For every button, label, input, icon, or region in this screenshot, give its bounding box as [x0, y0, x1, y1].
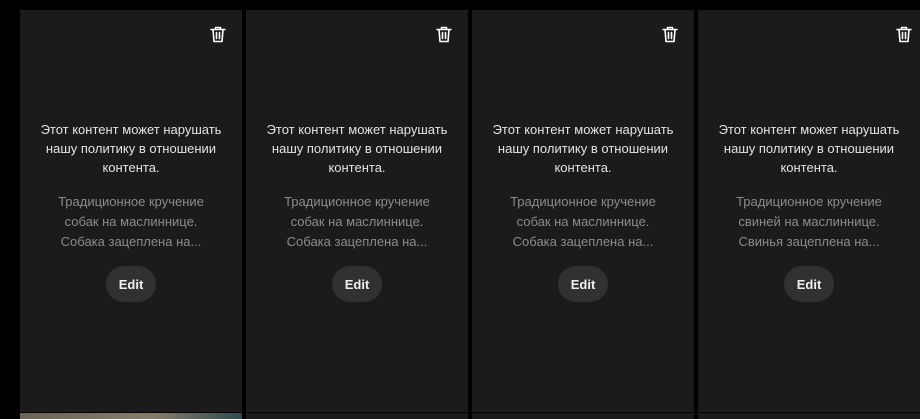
policy-warning-text: Этот контент может нарушать нашу политик…	[266, 122, 448, 175]
edit-button[interactable]: Edit	[558, 266, 608, 302]
trash-icon[interactable]	[208, 24, 228, 44]
content-grid: Этот контент может нарушать нашу политик…	[20, 10, 920, 419]
prompt-description: Традиционное кручение свиней на маслинни…	[736, 194, 882, 249]
content-card[interactable]: Этот контент может нарушать нашу политик…	[698, 10, 920, 412]
next-row-preview	[20, 413, 920, 419]
trash-icon[interactable]	[894, 24, 914, 44]
card-thumbnail[interactable]	[246, 413, 468, 419]
trash-icon[interactable]	[434, 24, 454, 44]
content-card[interactable]: Этот контент может нарушать нашу политик…	[20, 10, 242, 412]
content-card[interactable]: Этот контент может нарушать нашу политик…	[472, 10, 694, 412]
prompt-description: Традиционное кручение собак на маслинниц…	[510, 194, 656, 249]
trash-icon[interactable]	[660, 24, 680, 44]
policy-warning-text: Этот контент может нарушать нашу политик…	[492, 122, 674, 175]
image-thumbnail[interactable]	[20, 413, 242, 419]
card-thumbnail[interactable]	[698, 413, 920, 419]
prompt-description: Традиционное кручение собак на маслинниц…	[284, 194, 430, 249]
prompt-description: Традиционное кручение собак на маслинниц…	[58, 194, 204, 249]
edit-button[interactable]: Edit	[106, 266, 156, 302]
edit-button[interactable]: Edit	[332, 266, 382, 302]
card-thumbnail[interactable]	[472, 413, 694, 419]
content-card[interactable]: Этот контент может нарушать нашу политик…	[246, 10, 468, 412]
policy-warning-text: Этот контент может нарушать нашу политик…	[40, 122, 222, 175]
edit-button[interactable]: Edit	[784, 266, 834, 302]
policy-warning-text: Этот контент может нарушать нашу политик…	[718, 122, 900, 175]
